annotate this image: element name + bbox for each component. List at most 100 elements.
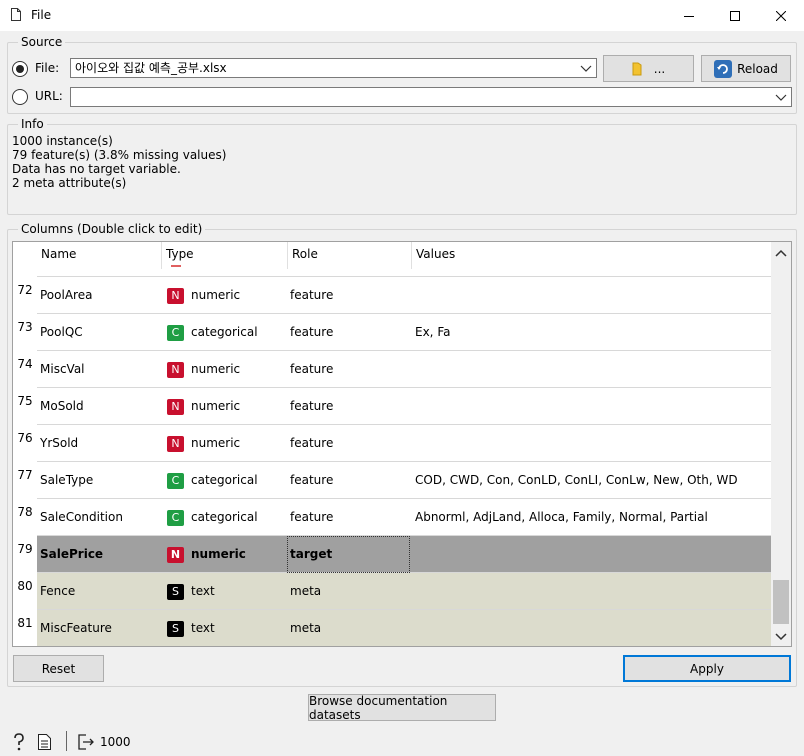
- info-meta: 2 meta attribute(s): [12, 176, 127, 190]
- file-radio[interactable]: [12, 61, 28, 77]
- row-number: 78: [17, 505, 33, 519]
- table-row[interactable]: Fence S text meta: [37, 573, 771, 610]
- status-bar: 1000: [0, 726, 804, 756]
- numeric-type-icon: N: [167, 547, 184, 563]
- report-icon[interactable]: [38, 734, 51, 750]
- cell-type: categorical: [191, 510, 258, 524]
- numeric-type-icon: N: [167, 362, 184, 378]
- document-icon: [11, 8, 21, 21]
- cell-type: numeric: [191, 362, 241, 376]
- text-type-icon: S: [167, 621, 184, 637]
- scroll-up-icon[interactable]: [771, 244, 791, 264]
- table-row[interactable]: MiscVal N numeric feature: [37, 351, 771, 388]
- info-features: 79 feature(s) (3.8% missing values): [12, 148, 227, 162]
- reload-label: Reload: [737, 61, 778, 76]
- cell-role: target: [290, 547, 333, 561]
- cell-type: categorical: [191, 325, 258, 339]
- url-combo[interactable]: [70, 87, 792, 107]
- apply-label: Apply: [690, 661, 724, 676]
- table-row[interactable]: MoSold N numeric feature: [37, 388, 771, 425]
- cell-type: numeric: [191, 547, 246, 561]
- header-values[interactable]: Values: [412, 242, 771, 269]
- columns-table[interactable]: Name Type Role Values 72 PoolArea N nume…: [12, 241, 792, 647]
- cell-role: meta: [290, 584, 322, 598]
- numeric-type-icon: N: [167, 399, 184, 415]
- file-label: File:: [35, 61, 60, 75]
- scroll-down-icon[interactable]: [771, 626, 791, 646]
- categorical-type-icon: C: [167, 325, 184, 341]
- row-number: 81: [17, 616, 33, 630]
- cell-name: MiscFeature: [40, 621, 112, 635]
- source-group-title: Source: [18, 35, 66, 49]
- url-radio[interactable]: [12, 89, 28, 105]
- apply-button[interactable]: Apply: [623, 655, 791, 682]
- info-instances: 1000 instance(s): [12, 134, 113, 148]
- browse-file-button[interactable]: ...: [603, 55, 694, 82]
- table-row[interactable]: YrSold N numeric feature: [37, 425, 771, 462]
- cell-name: PoolArea: [40, 288, 93, 302]
- file-combo[interactable]: 아이오와 집값 예측_공부.xlsx: [70, 58, 597, 78]
- row-number: 79: [17, 542, 33, 556]
- cell-type: numeric: [191, 436, 241, 450]
- cell-role: feature: [290, 510, 334, 524]
- cell-type: text: [191, 621, 215, 635]
- table-row[interactable]: SaleType C categorical feature COD, CWD,…: [37, 462, 771, 499]
- window-title: File: [31, 8, 52, 22]
- cell-values: Abnorml, AdjLand, Alloca, Family, Normal…: [415, 510, 708, 524]
- cell-role: feature: [290, 473, 334, 487]
- cell-name: Fence: [40, 584, 76, 598]
- output-count: 1000: [100, 735, 131, 749]
- header-role[interactable]: Role: [288, 242, 410, 269]
- cell-name: SaleType: [40, 473, 94, 487]
- row-number: 74: [17, 357, 33, 371]
- reset-button[interactable]: Reset: [13, 655, 104, 682]
- cell-role: feature: [290, 436, 334, 450]
- row-number: 80: [17, 579, 33, 593]
- status-divider: [66, 731, 67, 751]
- table-row[interactable]: SaleCondition C categorical feature Abno…: [37, 499, 771, 536]
- cell-name: MiscVal: [40, 362, 85, 376]
- info-target: Data has no target variable.: [12, 162, 181, 176]
- table-row-selected[interactable]: SalePrice N numeric target: [37, 536, 771, 573]
- cell-role: feature: [290, 399, 334, 413]
- numeric-type-icon: N: [167, 436, 184, 452]
- row-number: 77: [17, 468, 33, 482]
- close-button[interactable]: [758, 0, 804, 31]
- maximize-button[interactable]: [712, 0, 758, 31]
- cell-role: feature: [290, 362, 334, 376]
- browse-documentation-label: Browse documentation datasets: [309, 693, 448, 722]
- output-icon: [78, 734, 94, 750]
- url-label: URL:: [35, 89, 63, 103]
- header-name[interactable]: Name: [37, 242, 161, 269]
- minimize-icon: [684, 15, 694, 17]
- vertical-scrollbar[interactable]: [771, 242, 791, 646]
- cell-type: text: [191, 584, 215, 598]
- browse-file-label: ...: [653, 61, 666, 76]
- categorical-type-icon: C: [167, 510, 184, 526]
- file-combo-value: 아이오와 집값 예측_공부.xlsx: [75, 61, 227, 75]
- text-type-icon: S: [167, 584, 184, 600]
- scrollbar-thumb[interactable]: [773, 580, 789, 624]
- cell-name: PoolQC: [40, 325, 83, 339]
- help-icon[interactable]: [12, 733, 26, 751]
- cell-name: SalePrice: [40, 547, 104, 561]
- reload-button[interactable]: Reload: [701, 55, 791, 82]
- row-number: 76: [17, 431, 33, 445]
- table-row[interactable]: PoolQC C categorical feature Ex, Fa: [37, 314, 771, 351]
- sort-indicator: [171, 265, 181, 267]
- columns-group-title: Columns (Double click to edit): [18, 222, 206, 236]
- maximize-icon: [730, 10, 740, 21]
- minimize-button[interactable]: [666, 0, 712, 31]
- info-group-title: Info: [18, 117, 47, 131]
- table-row[interactable]: PoolArea N numeric feature: [37, 277, 771, 314]
- row-number: 75: [17, 394, 33, 408]
- cell-name: SaleCondition: [40, 510, 123, 524]
- folder-icon: [632, 62, 642, 75]
- table-row[interactable]: MiscFeature S text meta: [37, 610, 771, 646]
- cell-role: feature: [290, 325, 334, 339]
- browse-documentation-button[interactable]: Browse documentation datasets: [308, 693, 496, 722]
- reset-label: Reset: [41, 661, 76, 676]
- row-number: 72: [17, 283, 33, 297]
- close-icon: [776, 10, 786, 21]
- title-bar: File: [0, 0, 804, 31]
